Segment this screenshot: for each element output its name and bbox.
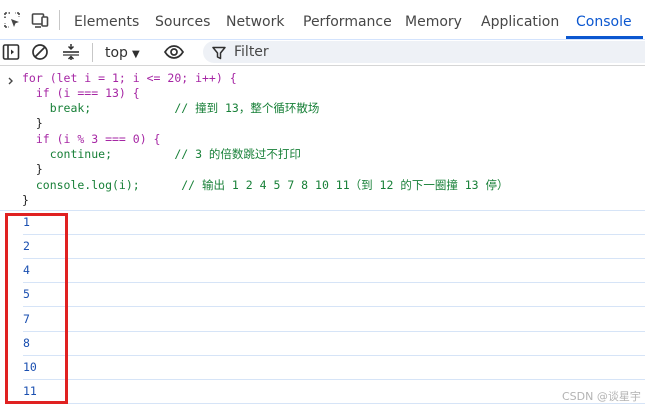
code-line: console.log(i); // 输出 1 2 4 5 7 8 10 11（… xyxy=(22,178,509,193)
code-line: } xyxy=(22,193,29,208)
log-row: 11 xyxy=(0,380,645,404)
devtools-tab-bar: Elements Sources Network Performance Mem… xyxy=(0,0,645,40)
log-row: 7 xyxy=(0,308,645,332)
filter-icon xyxy=(212,45,226,60)
code-line-text: if (i % 3 === 0) { xyxy=(22,132,161,146)
code-line-text: } xyxy=(22,193,29,207)
filter-settings-icon[interactable] xyxy=(62,43,80,61)
code-line: continue; // 3 的倍数跳过不打印 xyxy=(22,147,301,162)
watermark: CSDN @谈星宇 xyxy=(562,390,641,403)
clear-console-icon[interactable] xyxy=(31,43,49,61)
code-line: } xyxy=(22,162,43,177)
tab-bar-divider xyxy=(59,10,60,30)
tab-application[interactable]: Application xyxy=(481,0,559,39)
log-row: 1 xyxy=(0,211,645,235)
prompt-chevron-icon xyxy=(7,74,15,85)
code-line-text: } xyxy=(22,116,43,130)
tab-memory[interactable]: Memory xyxy=(405,0,462,39)
code-line-text: console.log(i); // 输出 1 2 4 5 7 8 10 11（… xyxy=(22,178,509,192)
output-highlight-box xyxy=(5,213,68,404)
tab-elements[interactable]: Elements xyxy=(74,0,139,39)
console-toolbar: top ▼ Filter xyxy=(0,40,645,66)
code-line: if (i % 3 === 0) { xyxy=(22,132,161,147)
log-row: 5 xyxy=(0,283,645,307)
log-row: 10 xyxy=(0,356,645,380)
code-line-text: break; // 撞到 13，整个循环散场 xyxy=(22,101,320,115)
code-line: for (let i = 1; i <= 20; i++) { xyxy=(22,71,237,86)
tab-sources[interactable]: Sources xyxy=(155,0,210,39)
tab-console[interactable]: Console xyxy=(566,0,643,39)
device-toggle-icon[interactable] xyxy=(31,11,49,29)
log-row: 8 xyxy=(0,332,645,356)
code-line-text: if (i === 13) { xyxy=(22,86,140,100)
eye-icon[interactable] xyxy=(163,43,185,61)
filter-input[interactable]: Filter xyxy=(203,41,645,63)
element-picker-icon[interactable] xyxy=(3,11,21,29)
code-line-text: for (let i = 1; i <= 20; i++) { xyxy=(22,71,237,85)
code-line-text: } xyxy=(22,162,43,176)
row-divider xyxy=(23,306,645,307)
console-input-echo: for (let i = 1; i <= 20; i++) { if (i ==… xyxy=(0,66,645,210)
tab-performance[interactable]: Performance xyxy=(303,0,392,39)
context-label: top xyxy=(105,45,128,61)
row-divider xyxy=(23,403,645,404)
code-line: break; // 撞到 13，整个循环散场 xyxy=(22,101,320,116)
toolbar-divider xyxy=(92,43,93,62)
chevron-down-icon: ▼ xyxy=(131,49,140,60)
code-line-text: continue; // 3 的倍数跳过不打印 xyxy=(22,147,301,161)
code-line: } xyxy=(22,116,43,131)
filter-placeholder: Filter xyxy=(234,44,269,60)
context-selector[interactable]: top ▼ xyxy=(105,40,140,65)
log-row: 4 xyxy=(0,259,645,283)
log-row: 2 xyxy=(0,235,645,259)
tab-network[interactable]: Network xyxy=(226,0,284,39)
code-line: if (i === 13) { xyxy=(22,86,140,101)
sidebar-toggle-icon[interactable] xyxy=(2,43,20,61)
